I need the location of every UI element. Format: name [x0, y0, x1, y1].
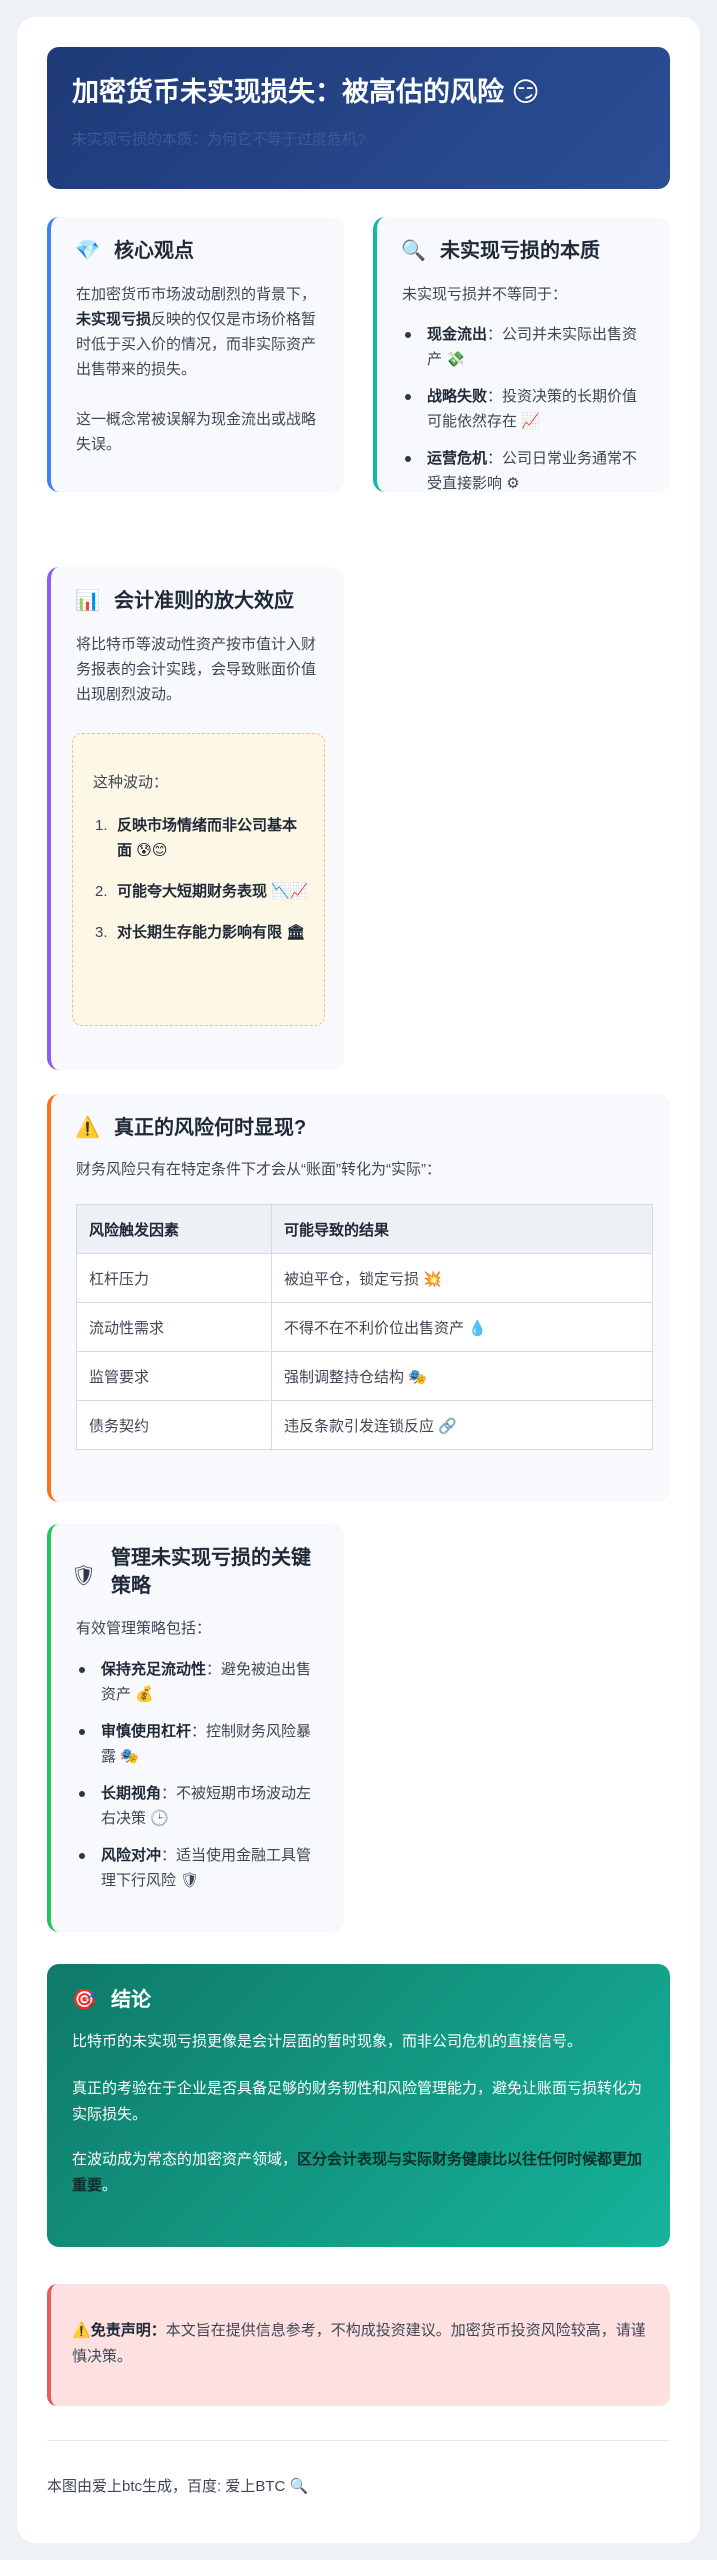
bank-icon: 🏛	[286, 924, 306, 941]
chain-icon: 🔗	[438, 1417, 457, 1435]
shield-icon: 🛡	[71, 1565, 97, 1587]
table-row: 债务契约 违反条款引发连锁反应 🔗	[76, 1400, 653, 1450]
shield-icon: 🛡	[180, 1872, 200, 1889]
warning-icon: ⚠️	[72, 2322, 91, 2339]
footer-text: 本图由爱上btc生成，百度: 爱上BTC	[47, 2478, 286, 2495]
risk-title: 真正的风险何时显现?	[114, 1117, 307, 1139]
page-title-text: 加密货币未实现损失：被高估的风险	[72, 77, 504, 107]
column-header: 风险触发因素	[76, 1204, 272, 1254]
chart-down-up-icon: 📉📈	[271, 883, 309, 900]
nature-list: 现金流出：公司并未实际出售资产 💸 战略失败：投资决策的长期价值可能依然存在 📈…	[402, 322, 652, 508]
conclusion-title: 结论	[111, 1989, 151, 2011]
risk-table: 风险触发因素 可能导致的结果 杠杆压力 被迫平仓，锁定亏损 💥 流动性需求 不得…	[76, 1204, 653, 1450]
table-row: 杠杆压力 被迫平仓，锁定亏损 💥	[76, 1253, 653, 1303]
magnifier-icon: 🔍	[401, 240, 426, 262]
emotion-icon: 😰😊	[136, 842, 168, 859]
gear-icon: ⚙	[506, 475, 520, 492]
risk-card: ⚠️ 真正的风险何时显现? 财务风险只有在特定条件下才会从“账面”转化为“实际”…	[47, 1094, 670, 1502]
conclusion-card: 🎯 结论 比特币的未实现亏损更像是会计层面的暂时现象，而非公司危机的直接信号。 …	[47, 1964, 670, 2247]
page-title: 加密货币未实现损失：被高估的风险 😏	[72, 73, 650, 111]
conclusion-paragraph-1: 比特币的未实现亏损更像是会计层面的暂时现象，而非公司危机的直接信号。	[72, 2033, 583, 2050]
diamond-icon: 💎	[75, 240, 100, 262]
list-item: 3. 对长期生存能力影响有限 🏛	[95, 924, 306, 941]
collision-icon: 💥	[423, 1270, 442, 1288]
core-view-note: 这一概念常被误解为现金流出或战略失误。	[76, 411, 317, 453]
column-header: 可能导致的结果	[271, 1204, 653, 1254]
table-row: 流动性需求 不得不在不利价位出售资产 💧	[76, 1302, 653, 1352]
list-item: 现金流出：公司并未实际出售资产 💸	[402, 322, 652, 372]
footer-divider	[47, 2440, 670, 2441]
masks-icon: 🎭	[120, 1748, 139, 1765]
strategy-list: 保持充足流动性：避免被迫出售资产 💰 审慎使用杠杆：控制财务风险暴露 🎭 长期视…	[76, 1657, 326, 1905]
core-view-card: 💎 核心观点 在加密货币市场波动剧烈的背景下，未实现亏损反映的仅仅是市场价格暂时…	[47, 217, 344, 492]
clock-icon: 🕒	[150, 1810, 169, 1827]
list-item: 风险对冲：适当使用金融工具管理下行风险 🛡	[76, 1843, 326, 1893]
footer-note: 本图由爱上btc生成，百度: 爱上BTC 🔍	[47, 2475, 308, 2499]
accounting-title: 会计准则的放大效应	[114, 590, 294, 612]
strategy-card: 🛡 管理未实现亏损的关键 策略 有效管理策略包括： 保持充足流动性：避免被迫出售…	[47, 1524, 344, 1932]
table-row: 监管要求 强制调整持仓结构 🎭	[76, 1351, 653, 1401]
list-item: 战略失败：投资决策的长期价值可能依然存在 📈	[402, 384, 652, 434]
list-item: 2. 可能夸大短期财务表现 📉📈	[95, 883, 309, 900]
smirk-icon: 😏	[511, 77, 540, 107]
list-item: 长期视角：不被短期市场波动左右决策 🕒	[76, 1781, 326, 1831]
masks-icon: 🎭	[408, 1368, 427, 1386]
volatility-intro: 这种波动：	[93, 774, 169, 791]
volatility-list: 1. 反映市场情绪而非公司基本面 😰😊 2. 可能夸大短期财务表现 📉📈 3. 对长期…	[95, 813, 310, 961]
page-subtitle: 未实现亏损的本质：为何它不等于过度危机?	[72, 131, 366, 148]
table-header-row: 风险触发因素 可能导致的结果	[76, 1204, 653, 1254]
strategy-title: 管理未实现亏损的关键 策略	[111, 1547, 311, 1597]
list-item: 1. 反映市场情绪而非公司基本面 😰😊	[95, 817, 298, 859]
conclusion-paragraph-2: 真正的考验在于企业是否具备足够的财务韧性和风险管理能力，避免让账面亏损转化为实际…	[72, 2080, 643, 2123]
conclusion-paragraph-3: 在波动成为常态的加密资产领域，区分会计表现与实际财务健康比以往任何时候都更加重要…	[72, 2151, 643, 2194]
nature-title: 未实现亏损的本质	[440, 240, 600, 262]
volatility-box: 这种波动： 1. 反映市场情绪而非公司基本面 😰😊 2. 可能夸大短期财务表现 📉📈…	[72, 733, 325, 1026]
hero-banner: 加密货币未实现损失：被高估的风险 😏 未实现亏损的本质：为何它不等于过度危机?	[47, 47, 670, 189]
core-view-title: 核心观点	[114, 240, 194, 262]
list-item: 审慎使用杠杆：控制财务风险暴露 🎭	[76, 1719, 326, 1769]
nature-intro: 未实现亏损并不等同于：	[402, 286, 568, 303]
accounting-paragraph: 将比特币等波动性资产按市值计入财务报表的会计实践，会导致账面价值出现剧烈波动。	[76, 636, 317, 703]
money-bag-icon: 💰	[135, 1686, 154, 1703]
chart-up-icon: 📈	[521, 413, 540, 430]
target-icon: 🎯	[72, 1989, 97, 2011]
disclaimer-text: ⚠️免责声明：本文旨在提供信息参考，不构成投资建议。加密货币投资风险较高，请谨慎…	[72, 2322, 646, 2365]
list-item: 运营危机：公司日常业务通常不受直接影响 ⚙	[402, 446, 652, 496]
disclaimer-box: ⚠️免责声明：本文旨在提供信息参考，不构成投资建议。加密货币投资风险较高，请谨慎…	[47, 2284, 670, 2406]
bar-chart-icon: 📊	[75, 590, 100, 612]
list-item: 保持充足流动性：避免被迫出售资产 💰	[76, 1657, 326, 1707]
money-wings-icon: 💸	[446, 351, 465, 368]
risk-intro: 财务风险只有在特定条件下才会从“账面”转化为“实际”：	[76, 1161, 441, 1178]
warning-icon: ⚠️	[75, 1117, 100, 1139]
core-view-paragraph: 在加密货币市场波动剧烈的背景下，未实现亏损反映的仅仅是市场价格暂时低于买入价的情…	[76, 286, 317, 378]
strategy-intro: 有效管理策略包括：	[76, 1620, 212, 1637]
magnifier-icon: 🔍	[289, 2478, 309, 2495]
droplet-icon: 💧	[468, 1319, 487, 1337]
nature-card: 🔍 未实现亏损的本质 未实现亏损并不等同于： 现金流出：公司并未实际出售资产 💸…	[373, 217, 670, 492]
